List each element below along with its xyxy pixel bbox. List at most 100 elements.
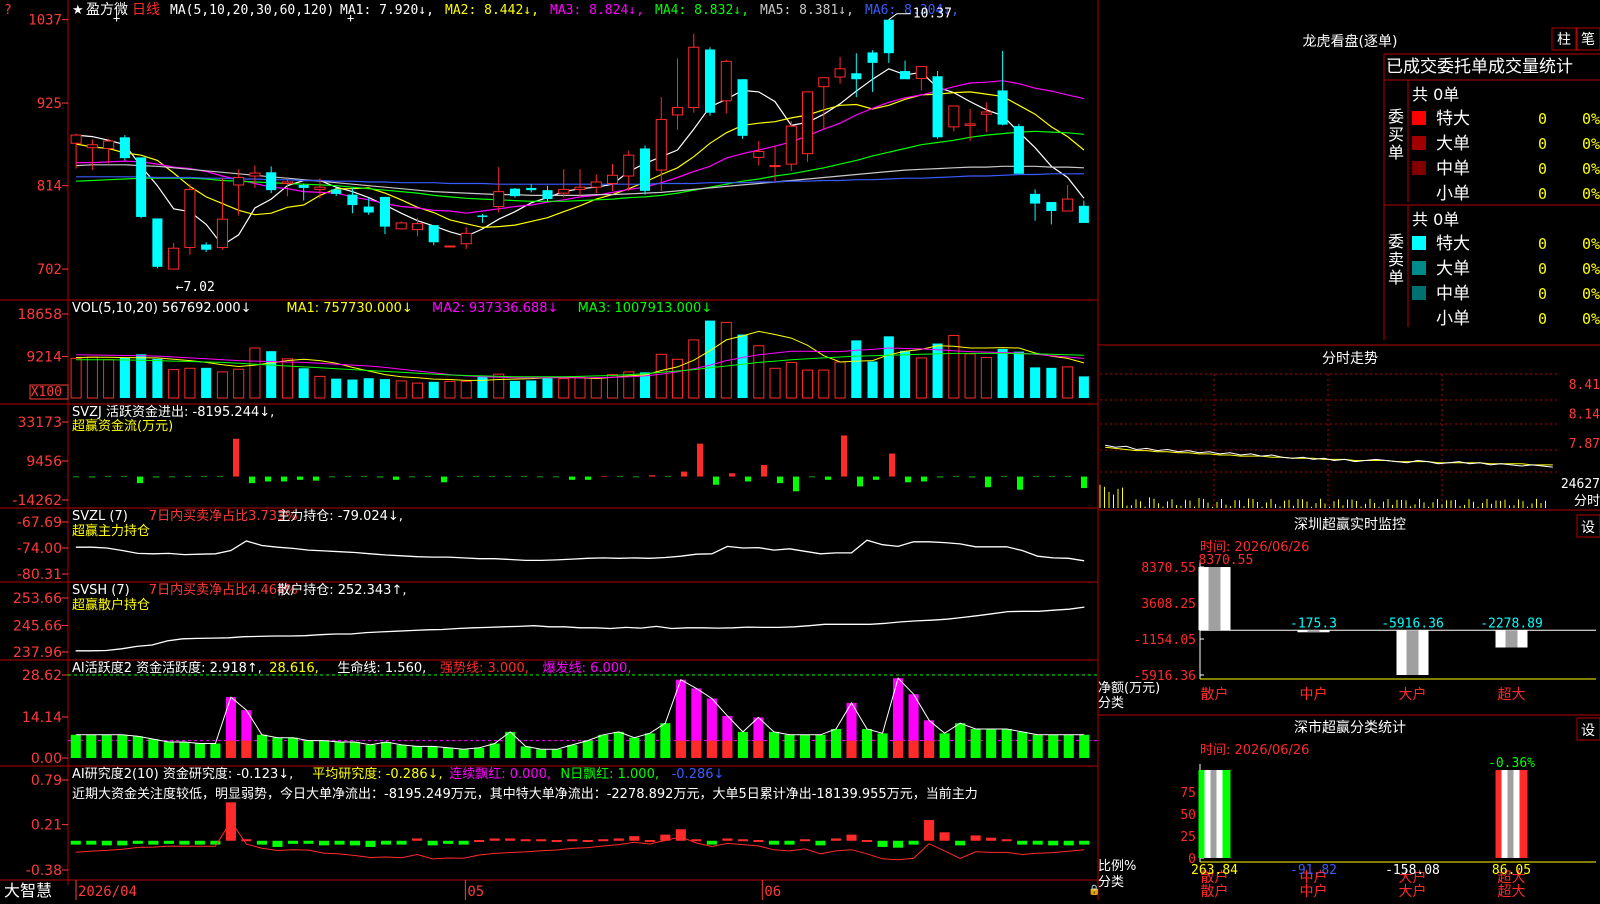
side-label-char: 委 (1388, 232, 1404, 251)
category-label: 大户 (1399, 883, 1427, 900)
activity-bar (1079, 734, 1090, 758)
research-bar-neg (458, 840, 469, 845)
candle-up (948, 105, 960, 128)
flow-bar-out (521, 476, 527, 478)
research-bar-neg (101, 840, 112, 846)
flow-bar-out (121, 476, 127, 478)
activity-bar-base (753, 740, 764, 758)
volume-bar-down (298, 368, 309, 398)
ma-value-label: MA3: 8.824↓, (550, 3, 644, 18)
activity-bar (381, 742, 392, 758)
volume-bar-up (753, 345, 765, 399)
flow-bar-out (553, 476, 559, 478)
monitor-ylabel: 净额(万元) (1098, 681, 1160, 696)
date-axis-label: 05 (467, 884, 484, 900)
legend-swatch (1412, 286, 1426, 300)
activity-bar (365, 744, 376, 758)
legend-swatch (1412, 261, 1426, 275)
activity-bar (443, 747, 454, 758)
flow-bar-out (505, 476, 511, 478)
pane-legend-item: 散户持仓: 252.343↑, (277, 582, 406, 598)
brand-logo-text: 大智慧 (4, 881, 52, 900)
research-bar-neg (768, 840, 779, 845)
volume-bar-up (948, 334, 960, 399)
flow-bar-out (777, 476, 783, 484)
candle-up (558, 188, 570, 194)
volume-bar-down (900, 350, 911, 398)
flow-bar-in (761, 465, 767, 477)
candle-up (574, 186, 586, 190)
research-bar-pos (551, 840, 562, 842)
flow-bar-out (153, 476, 159, 478)
monitor-y-tick: 25 (1180, 830, 1196, 845)
order-total: 共 0单 (1412, 85, 1459, 104)
ma-value-label: MA4: 8.832↓, (655, 3, 749, 18)
research-bar-pos (598, 839, 609, 842)
candle-up (623, 154, 635, 177)
volume-bar-up (818, 369, 830, 399)
monitor-bar-shade (1505, 630, 1518, 648)
candle-up (785, 125, 797, 165)
activity-bar (256, 734, 267, 758)
activity-bar (1048, 734, 1059, 758)
y-tick-label: 0.21 (31, 818, 62, 834)
research-bar-neg (1079, 840, 1090, 845)
activity-bar (179, 742, 190, 758)
research-bar-pos (737, 839, 748, 842)
candle-up (671, 107, 684, 116)
candle-up (688, 46, 700, 109)
flow-bar-in (233, 438, 239, 477)
activity-bar (768, 731, 779, 758)
category-label: 大户 (1399, 686, 1427, 703)
activity-bar (474, 747, 485, 758)
activity-bar-base (691, 740, 702, 758)
activity-bar (784, 734, 795, 758)
research-bar-pos (412, 838, 423, 841)
research-bar-neg (443, 840, 454, 844)
volume-bar-up (590, 377, 602, 399)
legend-swatch (1412, 236, 1426, 250)
candle-up (216, 218, 228, 248)
candle-down (428, 225, 439, 243)
research-bar-pos (629, 836, 640, 841)
legend-swatch (1412, 111, 1426, 125)
activity-bar (86, 734, 97, 758)
candle-down (363, 206, 374, 213)
flow-bar-out (1017, 476, 1023, 490)
pane-legend-item: SVZJ 活跃资金进出: -8195.244↓, (72, 404, 274, 420)
y-tick-label: 925 (37, 96, 62, 112)
flow-bar-out (633, 476, 639, 478)
pane-legend-item: VOL(5,10,20) 567692.000↓ (72, 301, 252, 316)
research-bar-pos (613, 838, 624, 841)
y-tick-label: 702 (37, 262, 62, 278)
ratio-bar-core (1507, 770, 1514, 858)
flow-bar-in (889, 453, 895, 477)
window-menu-icon: ? (4, 3, 12, 18)
activity-bar-base (241, 740, 252, 758)
ratio-value-label: 86.05 (1492, 863, 1531, 878)
pane-legend-item: 生命线: 1.560, (337, 660, 426, 676)
research-bar-neg (365, 840, 376, 847)
ratio-value-label: -91.82 (1290, 863, 1337, 878)
pane-legend-item: AI研究度2(10) 资金研究度: -0.123↓, (72, 766, 293, 782)
volume-bar-down (266, 351, 277, 398)
candle-down (932, 76, 943, 138)
order-pct: 0% (1582, 110, 1600, 128)
research-bar-pos (520, 839, 531, 842)
flow-bar-out (969, 476, 975, 478)
flow-bar-out (329, 476, 335, 478)
volume-bar-down (867, 361, 878, 398)
order-size-label: 大单 (1436, 134, 1470, 154)
date-axis-label: 06 (764, 884, 781, 900)
research-bar-pos (505, 838, 516, 841)
research-bar-pos (846, 834, 857, 841)
flow-bar-out (473, 476, 479, 478)
flow-bar-out (489, 476, 495, 478)
y-tick-label: 0.79 (31, 773, 62, 789)
activity-bar-base (908, 740, 919, 758)
flow-bar-out (1065, 476, 1071, 478)
flow-bar-out (953, 476, 959, 478)
order-pct: 0% (1582, 285, 1600, 303)
flow-bar-out (89, 476, 95, 478)
flow-bar-out (393, 476, 399, 480)
